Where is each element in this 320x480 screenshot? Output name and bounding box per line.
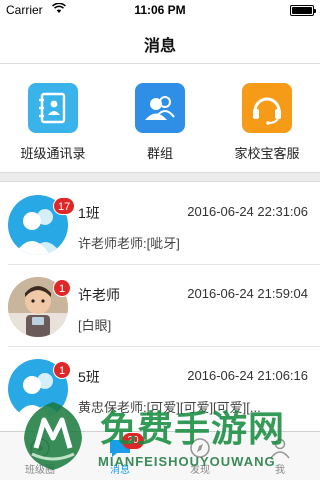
- tab-me[interactable]: 我: [240, 432, 320, 480]
- tab-label: 消息: [110, 465, 130, 476]
- profile-icon: [268, 437, 292, 459]
- class-circle-icon: [28, 437, 52, 459]
- group-icon: [135, 83, 185, 133]
- chat-preview: 许老师老师:[呲牙]: [78, 236, 180, 251]
- unread-badge: 17: [53, 197, 76, 215]
- chat-preview: [白眼]: [78, 318, 112, 333]
- headset-icon: [242, 83, 292, 133]
- chat-time: 2016-06-24 21:06:16: [187, 368, 308, 383]
- tab-label: 我: [275, 465, 285, 476]
- shortcut-label: 家校宝客服: [234, 146, 300, 161]
- status-bar: Carrier 11:06 PM: [0, 0, 320, 20]
- discover-icon: [188, 437, 212, 459]
- shortcut-label: 群组: [146, 146, 173, 161]
- battery-icon: [290, 5, 316, 16]
- shortcut-groups[interactable]: 群组: [107, 83, 213, 162]
- list-item[interactable]: 1 5班 2016-06-24 21:06:16 黄忠保老师:[可爱][可爱][…: [0, 347, 320, 429]
- page-title: 消息: [143, 38, 176, 55]
- tab-label: 班级圈: [25, 465, 55, 476]
- chat-name: 1班: [78, 205, 100, 221]
- tab-label: 发现: [190, 465, 210, 476]
- chat-preview: 黄忠保老师:[可爱][可爱][可爱][...: [78, 400, 261, 415]
- tab-class-circle[interactable]: 班级圈: [0, 432, 80, 480]
- tab-unread-badge: 20: [122, 433, 144, 449]
- tab-messages[interactable]: 20 消息: [80, 432, 160, 480]
- chat-name: 许老师: [78, 287, 120, 303]
- unread-badge: 1: [53, 361, 71, 379]
- clock: 11:06 PM: [134, 3, 186, 17]
- shortcut-row: 班级通讯录 群组 家校宝客服: [0, 65, 320, 171]
- list-item[interactable]: 1 许老师 2016-06-24 21:59:04 [白眼]: [0, 265, 320, 347]
- chat-name: 5班: [78, 369, 100, 385]
- shortcut-label: 班级通讯录: [20, 146, 86, 161]
- unread-badge: 1: [53, 279, 71, 297]
- contacts-book-icon: [28, 83, 78, 133]
- tab-discover[interactable]: 发现: [160, 432, 240, 480]
- shortcut-customer-service[interactable]: 家校宝客服: [214, 83, 320, 162]
- section-divider: [0, 172, 320, 182]
- tab-bar: 班级圈 20 消息 发现 我: [0, 431, 320, 480]
- chat-time: 2016-06-24 21:59:04: [187, 286, 308, 301]
- chat-time: 2016-06-24 22:31:06: [187, 204, 308, 219]
- shortcut-class-contacts[interactable]: 班级通讯录: [0, 83, 106, 162]
- navigation-bar: 消息: [0, 20, 320, 64]
- list-item[interactable]: 17 1班 2016-06-24 22:31:06 许老师老师:[呲牙]: [0, 183, 320, 265]
